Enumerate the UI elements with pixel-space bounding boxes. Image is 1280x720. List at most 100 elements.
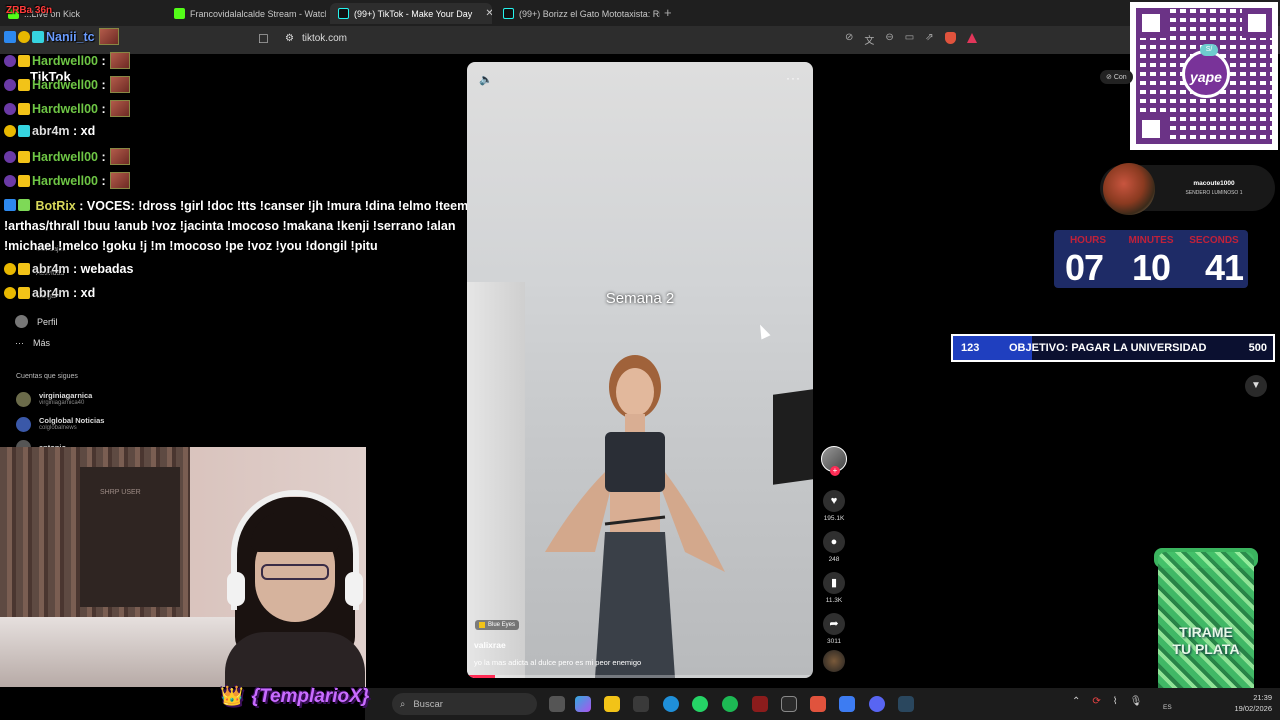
video-scene-tv [773,389,813,485]
crown-icon: 👑 [220,686,244,707]
alert-avatar [1103,163,1155,215]
cast-icon[interactable]: ▭ [905,32,914,47]
whatsapp-icon[interactable] [692,696,708,712]
brave-rewards-icon[interactable] [966,33,977,43]
bot-badge-icon [4,199,16,211]
bookmark-icon[interactable]: ☐ [258,32,269,46]
brave-shields-icon[interactable] [944,32,956,44]
app-icon[interactable] [752,696,768,712]
translate-icon[interactable]: 文 [864,32,874,47]
steam-icon[interactable] [898,696,914,712]
goal-text: OBJETIVO: PAGAR LA UNIVERSIDAD [1009,342,1207,354]
sub-badge-icon [4,287,16,299]
mute-tab-icon[interactable]: ⊘ [845,32,853,47]
chat-message: Hardwell00 : [4,52,130,69]
comment-icon[interactable]: ● [823,531,845,553]
browser-tab-bar: ...Live on Kick Francovidalalcalde Strea… [0,0,1280,26]
site-info-icon[interactable]: ⚙ [285,33,294,44]
comment-count: 248 [828,556,840,563]
tiktok-icon [338,8,349,19]
search-icon: ⌕ [400,698,406,710]
tab-tiktok[interactable]: (99+) TikTok - Make Your Day ✕ [330,3,492,24]
chat-message: abr4m : xd [4,124,95,138]
sub-badge-icon [4,125,16,137]
chat-text: : webadas [73,262,134,276]
chat-text: : [101,149,106,164]
tiktok-video-player[interactable]: Semana 2 🔈 ··· Blue Eyes valixrae yo la … [467,62,813,678]
sidebar-label: Más [33,338,51,348]
chat-text: : [101,173,106,188]
copilot-icon[interactable] [575,696,591,712]
goal-current: 123 [961,342,980,354]
close-tab-icon[interactable]: ✕ [485,8,492,19]
share-arrow-icon[interactable]: ➦ [823,613,845,635]
following-handle: colglobalnews [39,425,77,431]
url-text: tiktok.com [301,33,347,44]
minutes-label: MINUTES [1128,235,1174,246]
tray-app-icon[interactable]: ⟳ [1092,696,1100,707]
chat-username: abr4m [32,124,70,138]
brave-icon[interactable] [810,696,826,712]
kick-icon [174,8,185,19]
tip-line-1: TIRAME [1179,624,1233,640]
chat-username: abr4m [32,286,70,300]
bookmark-icon[interactable]: ▮ [823,572,845,594]
follow-plus-icon[interactable]: + [830,466,840,476]
store-icon[interactable] [633,696,649,712]
new-tab-button[interactable]: + [664,5,672,20]
network-icon[interactable]: ⌇ [1113,696,1118,707]
music-disc-icon[interactable] [823,650,845,672]
sidebar-item-profile[interactable]: Perfil [15,315,58,328]
video-progress-bar[interactable] [467,675,813,678]
save-count: 11.3K [825,597,843,604]
music-tag-label: Blue Eyes [488,622,516,628]
streamer-shirt [225,632,365,687]
video-description: yo la mas adicta al dulce pero es mi peo… [474,658,642,667]
task-view-icon[interactable] [549,696,565,712]
moderator-badge-icon [4,78,16,91]
share-icon[interactable]: ⇗ [925,32,933,47]
language-indicator[interactable]: ES [1163,704,1172,711]
edge-icon[interactable] [663,696,679,712]
emote-icon [109,52,130,69]
alert-subtext: SENDERO LUMINOSO 1 [1185,190,1243,196]
chat-username: BotRix [35,199,76,213]
sidebar-item-more[interactable]: ··· Más [15,338,50,348]
sub-badge-icon [18,30,30,43]
like-heart-icon[interactable]: ♥ [823,490,845,512]
url-field[interactable]: ⚙ tiktok.com [285,33,347,44]
sub-badge-icon [18,150,30,163]
chevron-up-icon[interactable]: ⌃ [1072,696,1080,707]
moderator-badge-icon [4,102,16,115]
notepad-icon[interactable] [839,696,855,712]
music-icon [479,622,485,628]
screen: ...Live on Kick Francovidalalcalde Strea… [0,0,1280,720]
tab-kick-stream[interactable]: Francovidalalcalde Stream - Watch L [166,3,326,24]
discord-icon[interactable] [869,696,885,712]
chat-username: Hardwell00 [32,77,99,92]
tab-tiktok-2[interactable]: (99+) Borizz el Gato Mototaxista: Risa [495,3,660,24]
streamer-name: {TemplarioX} [251,686,370,707]
app-icon[interactable] [781,696,797,712]
streamer-nameplate: 👑 {TemplarioX} [220,684,369,708]
volume-icon[interactable]: 🔈 [479,73,493,86]
chevron-down-icon[interactable]: ▼ [1245,375,1267,397]
zoom-icon[interactable]: ⊖ [885,32,893,47]
following-item[interactable]: virginiagarnica virginiagarnica40 [16,391,92,407]
tip-line-2: TU PLATA [1172,641,1240,657]
file-explorer-icon[interactable] [604,696,620,712]
more-options-icon[interactable]: ··· [786,71,801,85]
taskbar-clock[interactable]: 21:39 19/02/2026 [1226,692,1272,714]
following-item[interactable]: Colglobal Noticias colglobalnews [16,416,104,432]
creator-avatar[interactable]: + [821,446,847,476]
video-username[interactable]: valixrae [474,640,506,650]
taskbar-search[interactable]: ⌕ Buscar [392,693,537,715]
connect-button[interactable]: ⊘ Con [1100,70,1133,84]
sub-badge-icon [18,54,30,67]
video-caption: Semana 2 [605,290,675,307]
music-tag[interactable]: Blue Eyes [475,620,520,630]
action-rail: + ♥ 195.1K ● 248 ▮ 11.3K ➦ 3011 [821,446,847,672]
webcam-poster [80,467,180,607]
microphone-icon[interactable]: 🎙 [1130,696,1143,707]
spotify-icon[interactable] [722,696,738,712]
